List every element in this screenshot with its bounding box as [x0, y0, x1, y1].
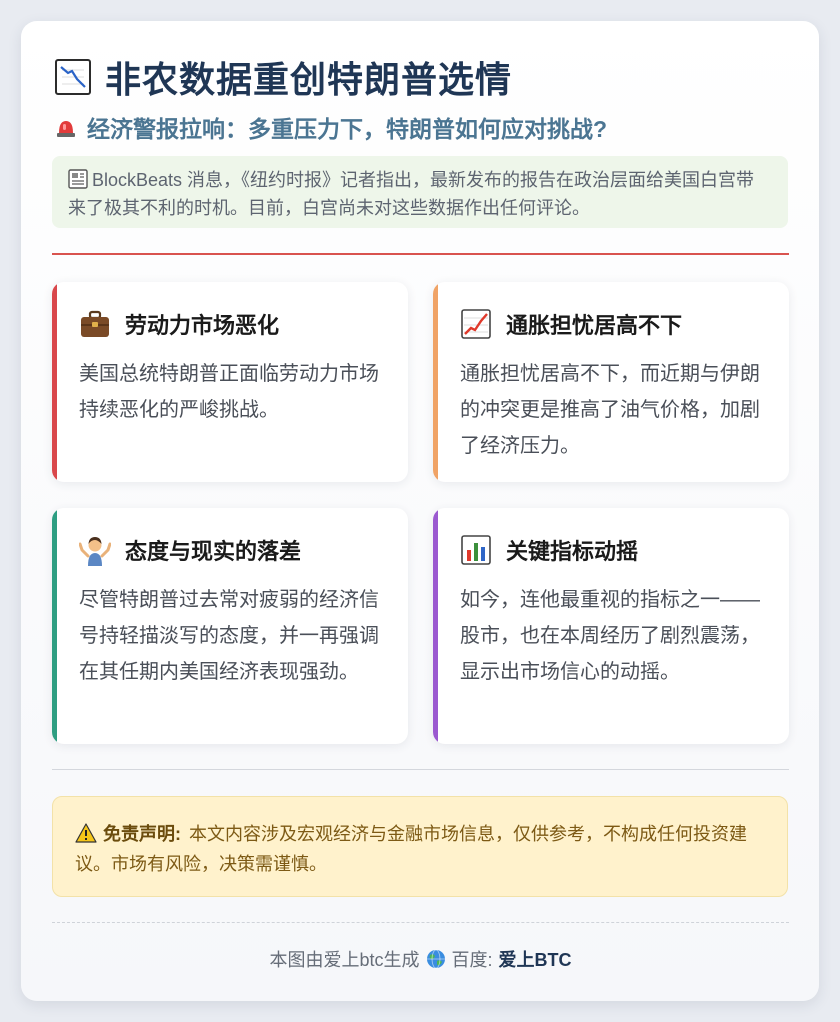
siren-icon	[55, 116, 77, 138]
footer: 本图由爱上btc生成 百度: 爱上BTC	[52, 944, 789, 974]
topic-card-inflation: 通胀担忧居高不下 通胀担忧居高不下，而近期与伊朗的冲突更是推高了油气价格，加剧了…	[433, 282, 789, 482]
section-divider	[52, 769, 789, 770]
baidu-label: 百度:	[451, 950, 493, 970]
topic-title: 通胀担忧居高不下	[506, 313, 683, 338]
footer-text: 本图由爱上btc生成	[269, 950, 420, 970]
globe-icon	[426, 949, 446, 969]
warning-icon	[75, 822, 97, 843]
intro-text: BlockBeats 消息，《纽约时报》记者指出，最新发布的报告在政治层面给美国…	[68, 170, 755, 218]
topic-title: 态度与现实的落差	[125, 539, 302, 564]
topic-body: 通胀担忧居高不下，而近期与伊朗的冲突更是推高了油气价格，加剧了经济压力。	[460, 363, 760, 457]
footer-divider	[52, 922, 789, 923]
topic-body: 如今，连他最重视的指标之一——股市，也在本周经历了剧烈震荡，显示出市场信心的动摇…	[460, 589, 760, 683]
subtitle-text: 经济警报拉响：多重压力下，特朗普如何应对挑战?	[87, 116, 608, 142]
topic-body: 美国总统特朗普正面临劳动力市场持续恶化的严峻挑战。	[79, 363, 379, 421]
intro-box: BlockBeats 消息，《纽约时报》记者指出，最新发布的报告在政治层面给美国…	[52, 156, 788, 228]
briefcase-icon	[79, 308, 111, 340]
subtitle: 经济警报拉响：多重压力下，特朗普如何应对挑战?	[55, 110, 607, 144]
topic-card-attitude-gap: 态度与现实的落差 尽管特朗普过去常对疲弱的经济信号持轻描淡写的态度，并一再强调在…	[52, 508, 408, 744]
chart-decreasing-icon	[55, 59, 91, 95]
topic-title: 关键指标动摇	[506, 539, 639, 564]
title-text: 非农数据重创特朗普选情	[105, 59, 513, 100]
disclaimer-label: 免责声明:	[103, 824, 181, 844]
newspaper-icon	[68, 168, 88, 190]
disclaimer-box: 免责声明: 本文内容涉及宏观经济与金融市场信息，仅供参考，不构成任何投资建议。市场…	[52, 796, 788, 897]
person-shrugging-icon	[78, 534, 112, 566]
bar-chart-icon	[460, 534, 492, 566]
brand-name: 爱上BTC	[498, 950, 572, 970]
section-divider	[52, 253, 789, 255]
topic-title: 劳动力市场恶化	[125, 313, 280, 338]
chart-increasing-icon	[460, 308, 492, 340]
topic-card-labor-market: 劳动力市场恶化 美国总统特朗普正面临劳动力市场持续恶化的严峻挑战。	[52, 282, 408, 482]
topic-body: 尽管特朗普过去常对疲弱的经济信号持轻描淡写的态度，并一再强调在其任期内美国经济表…	[79, 589, 379, 683]
page-title: 非农数据重创特朗普选情	[55, 52, 512, 102]
topic-card-key-indicator: 关键指标动摇 如今，连他最重视的指标之一——股市，也在本周经历了剧烈震荡，显示出…	[433, 508, 789, 744]
